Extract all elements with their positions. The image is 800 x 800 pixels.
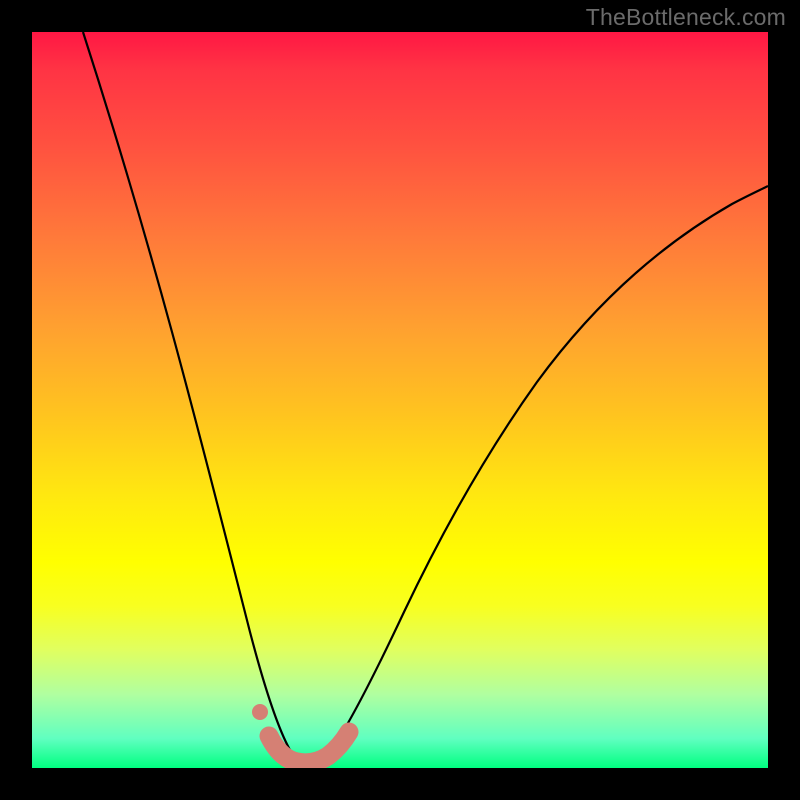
chart-frame: TheBottleneck.com (0, 0, 800, 800)
highlight-band (269, 732, 349, 763)
watermark-text: TheBottleneck.com (586, 4, 786, 31)
curve-layer (32, 32, 768, 768)
bottleneck-curve (83, 32, 768, 764)
highlight-dot (252, 704, 268, 720)
plot-area (32, 32, 768, 768)
